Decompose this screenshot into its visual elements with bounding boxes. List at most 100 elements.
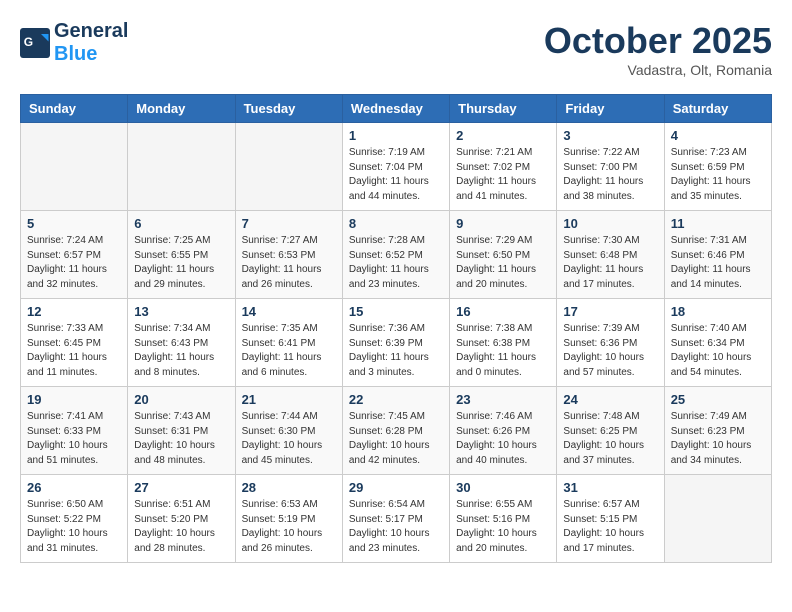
- calendar-cell: 26 Sunrise: 6:50 AM Sunset: 5:22 PM Dayli…: [21, 475, 128, 563]
- day-info: Sunrise: 7:40 AM Sunset: 6:34 PM Dayligh…: [671, 322, 765, 380]
- day-info: Sunrise: 7:23 AM Sunset: 6:59 PM Dayligh…: [671, 146, 765, 204]
- day-info: Sunrise: 7:25 AM Sunset: 6:55 PM Dayligh…: [134, 234, 228, 292]
- day-number: 29: [349, 480, 443, 495]
- day-info: Sunrise: 6:53 AM Sunset: 5:19 PM Dayligh…: [242, 498, 336, 556]
- calendar-week-row: 1 Sunrise: 7:19 AM Sunset: 7:04 PM Daylig…: [21, 123, 772, 211]
- day-info: Sunrise: 7:31 AM Sunset: 6:46 PM Dayligh…: [671, 234, 765, 292]
- calendar-cell: 31 Sunrise: 6:57 AM Sunset: 5:15 PM Dayli…: [557, 475, 664, 563]
- calendar-cell: [128, 123, 235, 211]
- weekday-header: Sunday: [21, 95, 128, 123]
- calendar-cell: [664, 475, 771, 563]
- day-info: Sunrise: 6:51 AM Sunset: 5:20 PM Dayligh…: [134, 498, 228, 556]
- calendar-cell: 2 Sunrise: 7:21 AM Sunset: 7:02 PM Daylig…: [450, 123, 557, 211]
- calendar-cell: 8 Sunrise: 7:28 AM Sunset: 6:52 PM Daylig…: [342, 211, 449, 299]
- day-number: 30: [456, 480, 550, 495]
- calendar-cell: 3Sunrise: 7:22 AM Sunset: 7:00 PM Daylig…: [557, 123, 664, 211]
- calendar-cell: 4Sunrise: 7:23 AM Sunset: 6:59 PM Daylig…: [664, 123, 771, 211]
- weekday-header-row: SundayMondayTuesdayWednesdayThursdayFrid…: [21, 95, 772, 123]
- day-info: Sunrise: 7:48 AM Sunset: 6:25 PM Dayligh…: [563, 410, 657, 468]
- calendar-cell: 7Sunrise: 7:27 AM Sunset: 6:53 PM Daylig…: [235, 211, 342, 299]
- day-number: 28: [242, 480, 336, 495]
- day-info: Sunrise: 7:19 AM Sunset: 7:04 PM Dayligh…: [349, 146, 443, 204]
- day-info: Sunrise: 7:28 AM Sunset: 6:52 PM Dayligh…: [349, 234, 443, 292]
- month-title: October 2025: [544, 20, 772, 62]
- day-number: 25: [671, 392, 765, 407]
- calendar-week-row: 5Sunrise: 7:24 AM Sunset: 6:57 PM Daylig…: [21, 211, 772, 299]
- day-info: Sunrise: 7:43 AM Sunset: 6:31 PM Dayligh…: [134, 410, 228, 468]
- calendar-week-row: 12 Sunrise: 7:33 AM Sunset: 6:45 PM Dayli…: [21, 299, 772, 387]
- calendar-cell: 10 Sunrise: 7:30 AM Sunset: 6:48 PM Dayli…: [557, 211, 664, 299]
- weekday-header: Thursday: [450, 95, 557, 123]
- calendar-cell: 28 Sunrise: 6:53 AM Sunset: 5:19 PM Dayli…: [235, 475, 342, 563]
- calendar-cell: 12 Sunrise: 7:33 AM Sunset: 6:45 PM Dayli…: [21, 299, 128, 387]
- day-number: 27: [134, 480, 228, 495]
- day-number: 10: [563, 216, 657, 231]
- weekday-header: Wednesday: [342, 95, 449, 123]
- calendar-week-row: 26 Sunrise: 6:50 AM Sunset: 5:22 PM Dayli…: [21, 475, 772, 563]
- calendar-cell: 25 Sunrise: 7:49 AM Sunset: 6:23 PM Dayli…: [664, 387, 771, 475]
- calendar-cell: 5Sunrise: 7:24 AM Sunset: 6:57 PM Daylig…: [21, 211, 128, 299]
- day-info: Sunrise: 7:49 AM Sunset: 6:23 PM Dayligh…: [671, 410, 765, 468]
- day-info: Sunrise: 7:21 AM Sunset: 7:02 PM Dayligh…: [456, 146, 550, 204]
- day-number: 1: [349, 128, 443, 143]
- day-number: 21: [242, 392, 336, 407]
- day-number: 14: [242, 304, 336, 319]
- day-info: Sunrise: 7:36 AM Sunset: 6:39 PM Dayligh…: [349, 322, 443, 380]
- title-block: October 2025 Vadastra, Olt, Romania: [544, 20, 772, 78]
- day-info: Sunrise: 7:44 AM Sunset: 6:30 PM Dayligh…: [242, 410, 336, 468]
- day-number: 6: [134, 216, 228, 231]
- day-number: 11: [671, 216, 765, 231]
- day-info: Sunrise: 7:39 AM Sunset: 6:36 PM Dayligh…: [563, 322, 657, 380]
- day-info: Sunrise: 7:41 AM Sunset: 6:33 PM Dayligh…: [27, 410, 121, 468]
- day-number: 8: [349, 216, 443, 231]
- day-info: Sunrise: 7:38 AM Sunset: 6:38 PM Dayligh…: [456, 322, 550, 380]
- day-number: 12: [27, 304, 121, 319]
- calendar-cell: 22Sunrise: 7:45 AM Sunset: 6:28 PM Dayli…: [342, 387, 449, 475]
- day-number: 31: [563, 480, 657, 495]
- day-info: Sunrise: 7:33 AM Sunset: 6:45 PM Dayligh…: [27, 322, 121, 380]
- day-info: Sunrise: 7:45 AM Sunset: 6:28 PM Dayligh…: [349, 410, 443, 468]
- weekday-header: Saturday: [664, 95, 771, 123]
- day-number: 16: [456, 304, 550, 319]
- day-number: 20: [134, 392, 228, 407]
- calendar-cell: 16 Sunrise: 7:38 AM Sunset: 6:38 PM Dayli…: [450, 299, 557, 387]
- day-number: 17: [563, 304, 657, 319]
- day-info: Sunrise: 7:34 AM Sunset: 6:43 PM Dayligh…: [134, 322, 228, 380]
- calendar-cell: 6 Sunrise: 7:25 AM Sunset: 6:55 PM Daylig…: [128, 211, 235, 299]
- calendar-cell: 9 Sunrise: 7:29 AM Sunset: 6:50 PM Daylig…: [450, 211, 557, 299]
- weekday-header: Tuesday: [235, 95, 342, 123]
- day-number: 23: [456, 392, 550, 407]
- day-number: 2: [456, 128, 550, 143]
- day-number: 9: [456, 216, 550, 231]
- day-number: 24: [563, 392, 657, 407]
- day-info: Sunrise: 6:50 AM Sunset: 5:22 PM Dayligh…: [27, 498, 121, 556]
- calendar-cell: 29 Sunrise: 6:54 AM Sunset: 5:17 PM Dayli…: [342, 475, 449, 563]
- weekday-header: Monday: [128, 95, 235, 123]
- day-info: Sunrise: 7:35 AM Sunset: 6:41 PM Dayligh…: [242, 322, 336, 380]
- day-number: 26: [27, 480, 121, 495]
- calendar-cell: 18Sunrise: 7:40 AM Sunset: 6:34 PM Dayli…: [664, 299, 771, 387]
- calendar-cell: 14 Sunrise: 7:35 AM Sunset: 6:41 PM Dayli…: [235, 299, 342, 387]
- day-info: Sunrise: 6:55 AM Sunset: 5:16 PM Dayligh…: [456, 498, 550, 556]
- weekday-header: Friday: [557, 95, 664, 123]
- logo-general: General: [54, 20, 128, 43]
- day-info: Sunrise: 7:30 AM Sunset: 6:48 PM Dayligh…: [563, 234, 657, 292]
- calendar-cell: 23 Sunrise: 7:46 AM Sunset: 6:26 PM Dayli…: [450, 387, 557, 475]
- day-info: Sunrise: 6:57 AM Sunset: 5:15 PM Dayligh…: [563, 498, 657, 556]
- logo-icon: G: [20, 28, 50, 58]
- calendar-week-row: 19 Sunrise: 7:41 AM Sunset: 6:33 PM Dayli…: [21, 387, 772, 475]
- calendar-cell: [21, 123, 128, 211]
- calendar-cell: 1 Sunrise: 7:19 AM Sunset: 7:04 PM Daylig…: [342, 123, 449, 211]
- logo: G General Blue: [20, 20, 128, 66]
- day-info: Sunrise: 7:22 AM Sunset: 7:00 PM Dayligh…: [563, 146, 657, 204]
- day-info: Sunrise: 7:29 AM Sunset: 6:50 PM Dayligh…: [456, 234, 550, 292]
- day-number: 7: [242, 216, 336, 231]
- calendar-cell: 24 Sunrise: 7:48 AM Sunset: 6:25 PM Dayli…: [557, 387, 664, 475]
- day-info: Sunrise: 6:54 AM Sunset: 5:17 PM Dayligh…: [349, 498, 443, 556]
- logo-blue: Blue: [54, 43, 97, 65]
- calendar-cell: [235, 123, 342, 211]
- calendar-cell: 27 Sunrise: 6:51 AM Sunset: 5:20 PM Dayli…: [128, 475, 235, 563]
- calendar: SundayMondayTuesdayWednesdayThursdayFrid…: [20, 94, 772, 563]
- day-number: 19: [27, 392, 121, 407]
- day-info: Sunrise: 7:46 AM Sunset: 6:26 PM Dayligh…: [456, 410, 550, 468]
